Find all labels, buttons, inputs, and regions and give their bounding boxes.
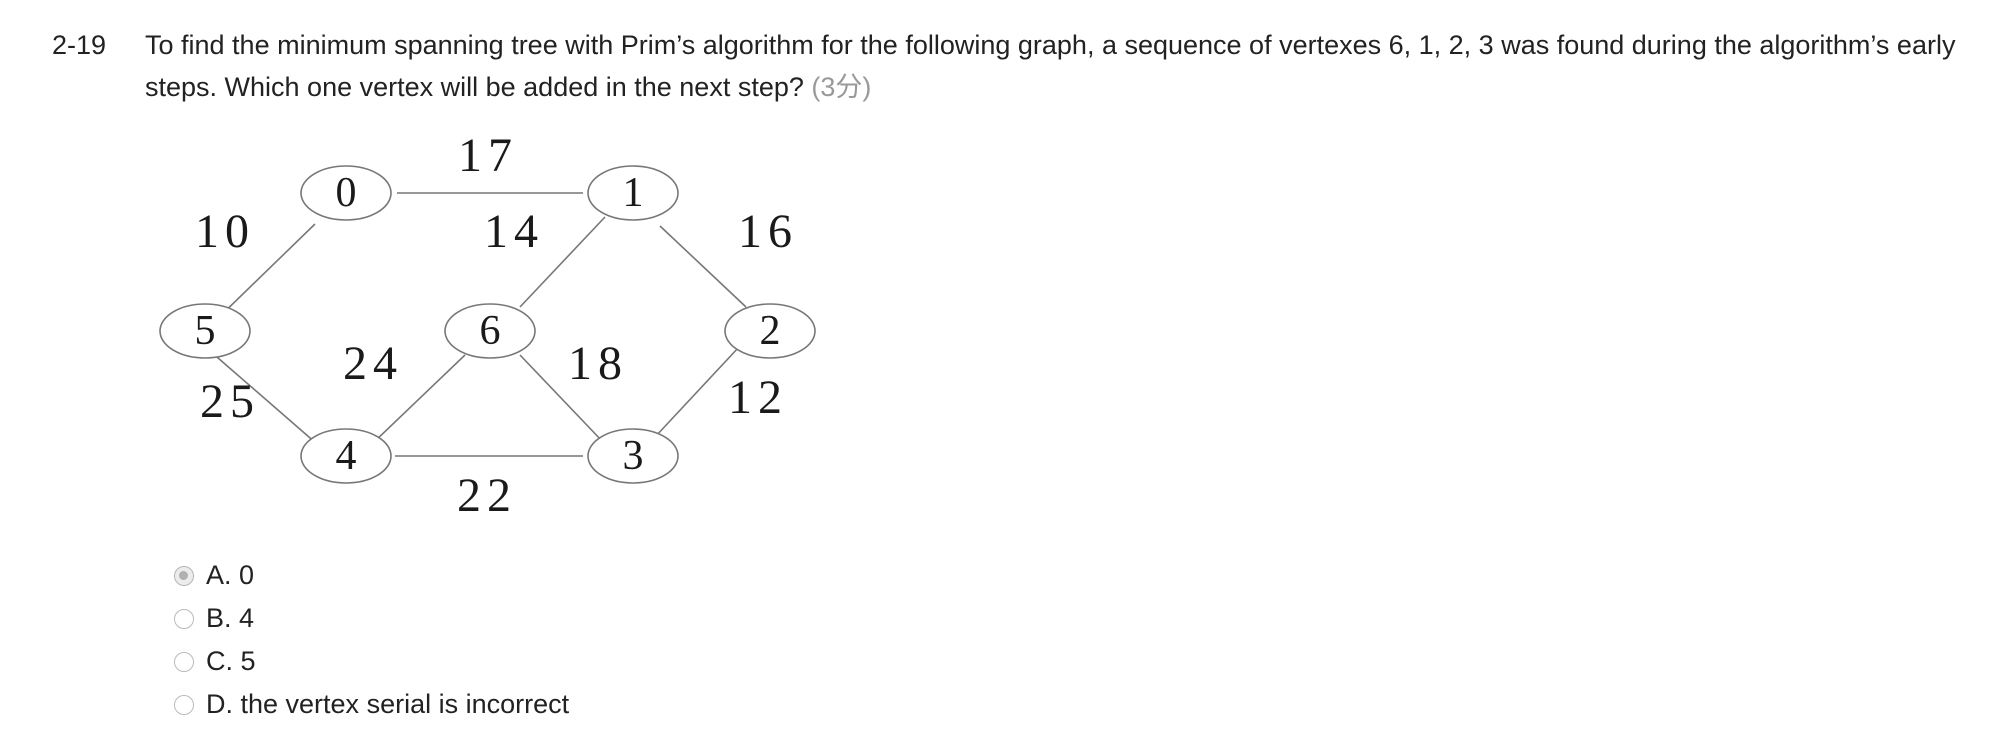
edge-weight-1-2: 16 [738, 205, 798, 258]
question-text: To find the minimum spanning tree with P… [145, 30, 1956, 102]
edge-weight-0-1: 17 [458, 137, 518, 182]
option-a-label: A. 0 [206, 560, 255, 590]
option-c-radio[interactable] [174, 651, 194, 672]
node-6-label: 6 [480, 308, 501, 354]
option-b-label: B. 4 [206, 603, 255, 633]
node-2-label: 2 [760, 308, 781, 354]
node-0-label: 0 [336, 170, 357, 216]
edge-weight-0-5: 10 [195, 205, 255, 258]
option-d-radio[interactable] [174, 694, 194, 715]
node-5-label: 5 [195, 308, 216, 354]
option-d-label: D. the vertex serial is incorrect [206, 689, 570, 719]
option-c-label: C. 5 [206, 646, 256, 676]
answer-options: A. 0 B. 4 C. 5 D. the vertex serial is i… [174, 554, 569, 726]
option-b[interactable]: B. 4 [174, 597, 569, 640]
edge-weight-2-3: 12 [728, 371, 788, 424]
question-score: (3分) [811, 72, 872, 102]
edge-weight-6-4: 24 [343, 337, 403, 390]
option-c[interactable]: C. 5 [174, 640, 569, 683]
option-a[interactable]: A. 0 [174, 554, 569, 597]
option-a-radio[interactable] [174, 565, 194, 586]
edge-weight-5-4: 25 [200, 375, 260, 428]
edge-1-2 [659, 225, 747, 308]
option-b-radio[interactable] [174, 608, 194, 629]
node-3-label: 3 [623, 433, 644, 479]
edge-weight-4-3: 22 [457, 469, 517, 517]
edge-weight-1-6: 14 [484, 205, 544, 258]
option-d[interactable]: D. the vertex serial is incorrect [174, 683, 569, 726]
graph-figure: 0 1 2 3 4 5 6 17 10 14 16 25 24 18 12 22 [159, 137, 816, 517]
node-1-label: 1 [623, 170, 644, 216]
edge-weight-6-3: 18 [568, 337, 628, 390]
question-number: 2-19 [52, 30, 107, 60]
question-text-block: To find the minimum spanning tree with P… [145, 24, 1996, 108]
edge-2-3 [654, 346, 740, 438]
node-4-label: 4 [336, 433, 357, 479]
